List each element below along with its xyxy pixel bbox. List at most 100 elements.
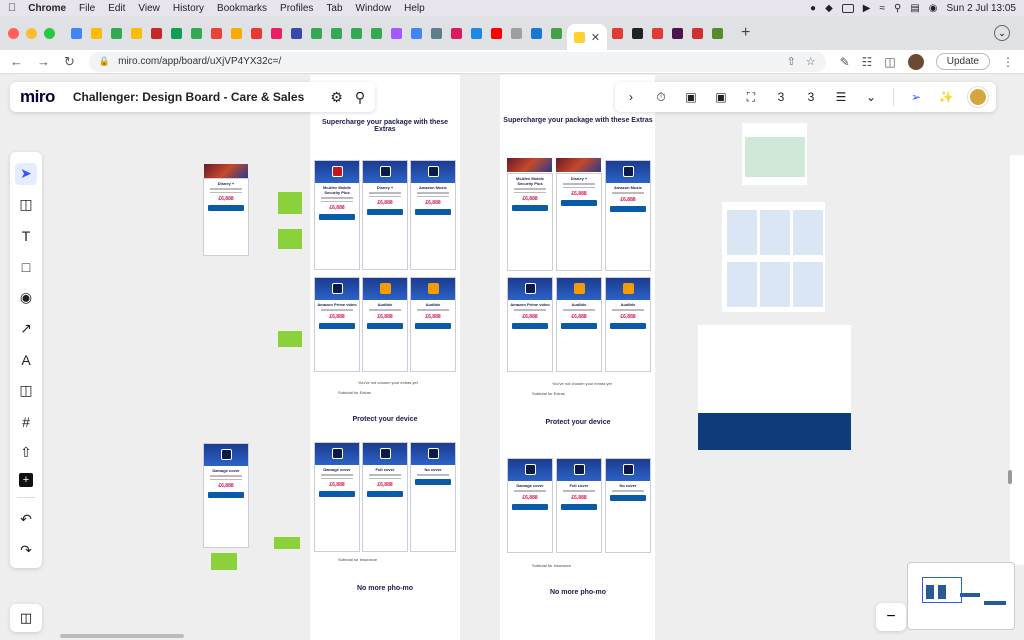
miro-logo[interactable]: miro [20,87,55,107]
undo-icon[interactable]: ↶ [15,509,37,531]
add-extra-button[interactable] [561,322,597,329]
upload-icon[interactable]: ⇧ [15,442,37,464]
extra-card[interactable]: Audible £6,888 [362,277,408,372]
tab[interactable] [628,22,647,44]
cursor-icon[interactable]: ➢ [908,89,924,105]
extra-card[interactable]: Amazon Prime video £6,888 [507,277,553,372]
focus-frame-icon[interactable]: ⛶ [743,89,759,105]
tab[interactable] [387,22,406,44]
tab[interactable] [527,22,546,44]
more-chevron-icon[interactable]: ⌄ [863,89,879,105]
extra-card[interactable]: Audible £6,888 [556,277,602,372]
board-minimap[interactable] [907,562,1015,630]
redo-icon[interactable]: ↷ [15,540,37,562]
add-insurance-button[interactable] [367,491,403,497]
comment-icon[interactable]: ◫ [15,380,37,402]
tab[interactable] [648,22,667,44]
extra-card[interactable]: Amazon Music £6,888 [410,160,456,270]
address-bar[interactable]: 🔒 miro.com/app/board/uXjVP4YX32c=/ ⇧ ☆ [88,51,826,72]
sidepanel-icon[interactable]: ◫ [884,55,895,69]
timer-icon[interactable]: ⏱ [653,89,669,105]
insurance-card[interactable]: Full cover £6,888 [556,458,602,553]
siri-icon[interactable]: ◉ [929,3,938,14]
select-tool-icon[interactable]: ➤ [15,162,37,185]
text-tool-icon[interactable]: T [15,225,37,247]
tab[interactable] [608,22,627,44]
back-button[interactable]: ← [10,54,23,69]
add-extra-button[interactable] [561,200,597,206]
user-avatar[interactable] [968,87,988,107]
play-icon[interactable]: ▶ [863,3,871,14]
tab[interactable] [307,22,326,44]
sidebar-panel-icon[interactable]: ◫ [10,604,42,632]
dropbox-icon[interactable]: ◆ [825,3,833,14]
frame-icon[interactable]: # [15,411,37,433]
apple-icon[interactable]:  [8,2,16,14]
tab[interactable] [547,22,566,44]
tab[interactable] [167,22,186,44]
tab[interactable] [507,22,526,44]
more-tools-icon[interactable]: + [19,472,33,487]
add-insurance-button[interactable] [319,491,355,497]
tab[interactable] [67,22,86,44]
tab-active-miro[interactable]: ✕ [567,24,607,50]
tab[interactable] [287,22,306,44]
add-insurance-button[interactable] [415,478,451,485]
sticky-note[interactable] [211,553,237,570]
tab[interactable] [487,22,506,44]
add-extra-button[interactable] [512,322,548,329]
extra-card[interactable]: Audible £6,888 [605,277,651,372]
side-extra-card[interactable]: Disney + £6,888 [203,178,249,256]
notes-icon[interactable]: ☰ [833,89,849,105]
extra-card[interactable]: Amazon Prime video £6,888 [314,277,360,372]
horizontal-scrollbar[interactable] [60,634,184,638]
search-icon[interactable]: ⚲ [355,89,365,106]
insurance-card[interactable]: Damage cover £6,888 [314,442,360,552]
sticky-note-icon[interactable]: □ [15,256,37,278]
tab[interactable] [187,22,206,44]
tab[interactable] [347,22,366,44]
add-extra-button[interactable] [208,205,244,211]
tab-search-icon[interactable]: ⌄ [994,25,1010,41]
share-icon[interactable]: ⇧ [786,55,795,68]
more-menu-icon[interactable]: ⋮ [1002,55,1014,69]
minimize-window-icon[interactable] [26,27,37,39]
add-extra-button[interactable] [512,205,548,211]
close-tab-icon[interactable]: ✕ [591,31,600,44]
extra-card[interactable]: Amazon Music £6,888 [605,160,651,271]
add-extra-button[interactable] [415,322,451,329]
extra-card[interactable]: Disney + £6,888 [556,173,602,271]
tab[interactable] [407,22,426,44]
extra-card[interactable]: McAfee Mobile Security Plus £6,888 [314,160,360,270]
forward-button[interactable]: → [37,54,50,69]
add-extra-button[interactable] [415,209,451,215]
menu-view[interactable]: View [138,3,160,14]
menu-tab[interactable]: Tab [326,3,342,14]
side-insurance-card[interactable]: Damage cover £6,888 [203,443,249,548]
app-card-icon[interactable]: ▣ [683,89,699,105]
tab[interactable] [708,22,727,44]
minimap-viewport[interactable] [922,577,962,603]
update-button[interactable]: Update [935,53,990,70]
add-extra-button[interactable] [319,322,355,329]
tab[interactable] [227,22,246,44]
menu-edit[interactable]: Edit [108,3,125,14]
creative-cloud-icon[interactable]: ● [810,3,816,14]
new-tab-button[interactable]: + [741,24,750,42]
reload-button[interactable]: ↻ [64,54,75,70]
close-window-icon[interactable] [8,27,19,39]
wifi-icon[interactable]: ≈ [879,3,885,14]
tab[interactable] [367,22,386,44]
insurance-card[interactable]: Full cover £6,888 [362,442,408,552]
search-icon[interactable]: ⚲ [894,3,901,14]
embed-icon[interactable]: ▣ [713,89,729,105]
board-title[interactable]: Challenger: Design Board - Care & Sales [73,90,304,104]
chevron-right-icon[interactable]: › [623,89,639,105]
pen-icon[interactable]: A [15,349,37,371]
bookmark-star-icon[interactable]: ☆ [806,55,816,68]
reactions-icon[interactable]: ✨ [938,89,954,105]
tab[interactable] [207,22,226,44]
menu-profiles[interactable]: Profiles [280,3,313,14]
sticky-note[interactable] [278,229,302,249]
zoom-out-button[interactable]: − [876,603,906,631]
